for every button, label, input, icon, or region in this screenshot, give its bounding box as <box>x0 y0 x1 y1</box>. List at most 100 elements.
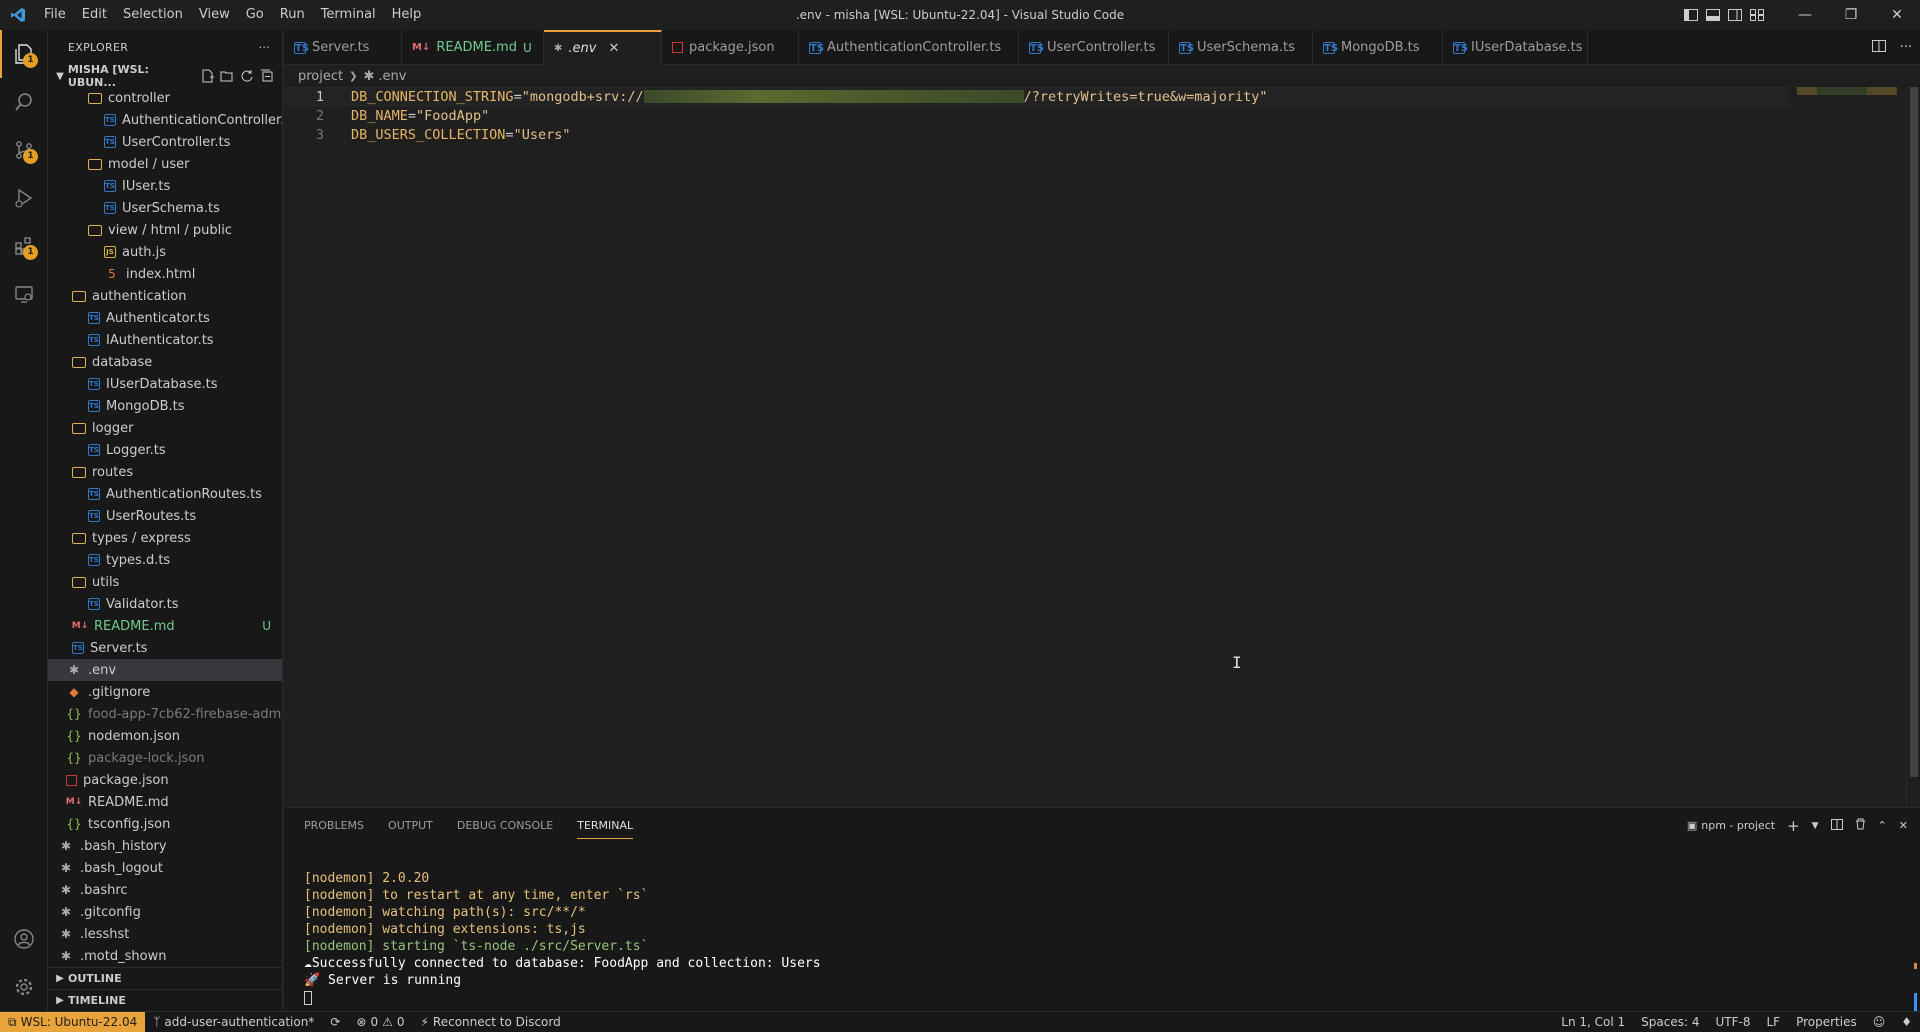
tab-mongodb-ts[interactable]: TS MongoDB.ts <box>1313 30 1443 65</box>
new-folder-icon[interactable] <box>220 69 234 83</box>
settings-gear-icon[interactable] <box>0 963 48 1011</box>
tree-file[interactable]: ✱ .gitconfig <box>48 901 282 923</box>
menu-edit[interactable]: Edit <box>74 0 115 30</box>
minimap[interactable] <box>1789 87 1909 807</box>
editor-scrollbar[interactable] <box>1906 87 1920 807</box>
menu-go[interactable]: Go <box>238 0 272 30</box>
tree-file[interactable]: ✱ .bash_history <box>48 835 282 857</box>
restore-button[interactable]: ❐ <box>1828 0 1874 30</box>
tree-file[interactable]: TS Authenticator.ts <box>48 307 282 329</box>
tree-file[interactable]: TS UserRoutes.ts <box>48 505 282 527</box>
sync-icon[interactable]: ⟳ <box>322 1015 348 1029</box>
terminal-output[interactable]: [nodemon] 2.0.20 [nodemon] to restart at… <box>304 870 821 1006</box>
menu-file[interactable]: File <box>36 0 74 30</box>
tree-file[interactable]: {} food-app-7cb62-firebase-admi... <box>48 703 282 725</box>
tree-folder[interactable]: types / express <box>48 527 282 549</box>
tab-user-schema-ts[interactable]: TS UserSchema.ts <box>1169 30 1313 65</box>
tree-file[interactable]: ◆ .gitignore <box>48 681 282 703</box>
tree-file[interactable]: {} nodemon.json <box>48 725 282 747</box>
panel-tab-problems[interactable]: PROBLEMS <box>304 813 364 838</box>
tree-folder[interactable]: utils <box>48 571 282 593</box>
tree-file[interactable]: M↓ README.md U <box>48 615 282 637</box>
notifications-bell-icon[interactable]: ♦ <box>1893 1015 1920 1029</box>
tree-file[interactable]: ✱ .env <box>48 659 282 681</box>
extensions-icon[interactable]: 1 <box>0 222 48 270</box>
panel-tab-output[interactable]: OUTPUT <box>388 813 433 838</box>
customize-layout-icon[interactable] <box>1746 0 1768 30</box>
breadcrumb-folder[interactable]: project <box>298 69 343 84</box>
menu-help[interactable]: Help <box>384 0 430 30</box>
tree-file[interactable]: M↓ README.md <box>48 791 282 813</box>
menu-run[interactable]: Run <box>272 0 313 30</box>
chevron-down-icon[interactable]: ▼ <box>1812 821 1819 831</box>
tab-authentication-controller-ts[interactable]: TS AuthenticationController.ts <box>799 30 1019 65</box>
tree-file[interactable]: TS Logger.ts <box>48 439 282 461</box>
tab-server-ts[interactable]: TS Server.ts <box>284 30 402 65</box>
tab-readme-md[interactable]: M↓ README.md U ● <box>402 30 553 65</box>
tree-file[interactable]: TS types.d.ts <box>48 549 282 571</box>
end-of-line[interactable]: LF <box>1758 1015 1788 1029</box>
tab-env[interactable]: ✱ .env ✕ <box>544 30 662 65</box>
tree-file[interactable]: package.json <box>48 769 282 791</box>
run-debug-icon[interactable] <box>0 174 48 222</box>
editor-more-actions-icon[interactable]: ··· <box>1900 40 1912 55</box>
language-mode[interactable]: Properties <box>1788 1015 1865 1029</box>
maximize-panel-icon[interactable]: ⌃ <box>1878 819 1887 832</box>
menu-selection[interactable]: Selection <box>115 0 191 30</box>
kill-terminal-icon[interactable] <box>1855 818 1866 833</box>
tree-folder[interactable]: controller <box>48 87 282 109</box>
tree-folder[interactable]: model / user <box>48 153 282 175</box>
source-control-icon[interactable]: 1 <box>0 126 48 174</box>
workspace-section-header[interactable]: ▼ MISHA [WSL: UBUN... <box>48 63 282 89</box>
indentation[interactable]: Spaces: 4 <box>1633 1015 1707 1029</box>
tree-file[interactable]: TS IAuthenticator.ts <box>48 329 282 351</box>
terminal-selector[interactable]: ▣ npm - project <box>1687 819 1775 832</box>
tree-folder[interactable]: logger <box>48 417 282 439</box>
new-terminal-icon[interactable]: + <box>1787 817 1800 835</box>
tree-folder[interactable]: database <box>48 351 282 373</box>
git-branch[interactable]: ᛉ add-user-authentication* <box>145 1015 322 1029</box>
problems-indicator[interactable]: ⊗ 0 ⚠ 0 <box>348 1015 412 1029</box>
menu-view[interactable]: View <box>191 0 238 30</box>
remote-explorer-icon[interactable] <box>0 270 48 318</box>
toggle-panel-icon[interactable] <box>1702 0 1724 30</box>
tree-file[interactable]: ✱ .bashrc <box>48 879 282 901</box>
tree-file[interactable]: TS IUser.ts <box>48 175 282 197</box>
panel-tab-debug-console[interactable]: DEBUG CONSOLE <box>457 813 553 838</box>
search-icon[interactable] <box>0 78 48 126</box>
split-editor-icon[interactable] <box>1871 39 1886 56</box>
timeline-section-header[interactable]: ▶ TIMELINE <box>48 989 282 1011</box>
tree-file[interactable]: {} package-lock.json <box>48 747 282 769</box>
tree-folder[interactable]: authentication <box>48 285 282 307</box>
tree-file[interactable]: TS UserSchema.ts <box>48 197 282 219</box>
close-window-button[interactable]: ✕ <box>1874 0 1920 30</box>
more-actions-icon[interactable]: ··· <box>259 41 270 54</box>
tree-file[interactable]: 5 index.html <box>48 263 282 285</box>
new-file-icon[interactable] <box>200 69 214 83</box>
cursor-position[interactable]: Ln 1, Col 1 <box>1553 1015 1633 1029</box>
toggle-secondary-sidebar-icon[interactable] <box>1724 0 1746 30</box>
tree-file[interactable]: TS MongoDB.ts <box>48 395 282 417</box>
tree-file[interactable]: {} tsconfig.json <box>48 813 282 835</box>
tree-file[interactable]: TS Server.ts <box>48 637 282 659</box>
outline-section-header[interactable]: ▶ OUTLINE <box>48 967 282 989</box>
tab-user-controller-ts[interactable]: TS UserController.ts <box>1019 30 1169 65</box>
close-panel-icon[interactable]: ✕ <box>1899 819 1908 832</box>
tree-file[interactable]: TS Validator.ts <box>48 593 282 615</box>
tree-file[interactable]: TS IUserDatabase.ts <box>48 373 282 395</box>
tree-folder[interactable]: routes <box>48 461 282 483</box>
menu-terminal[interactable]: Terminal <box>313 0 384 30</box>
collapse-all-icon[interactable] <box>260 69 274 83</box>
account-icon[interactable] <box>0 915 48 963</box>
tree-file[interactable]: ✱ .bash_logout <box>48 857 282 879</box>
tree-file[interactable]: ✱ .motd_shown <box>48 945 282 967</box>
tree-file[interactable]: TS UserController.ts <box>48 131 282 153</box>
remote-indicator[interactable]: ⧉ WSL: Ubuntu-22.04 <box>0 1011 146 1032</box>
encoding[interactable]: UTF-8 <box>1707 1015 1758 1029</box>
tree-file[interactable]: JS auth.js <box>48 241 282 263</box>
tab-package-json[interactable]: package.json <box>662 30 799 65</box>
explorer-icon[interactable]: 1 <box>0 30 48 78</box>
refresh-icon[interactable] <box>240 69 254 83</box>
toggle-primary-sidebar-icon[interactable] <box>1680 0 1702 30</box>
tree-file[interactable]: TS AuthenticationRoutes.ts <box>48 483 282 505</box>
